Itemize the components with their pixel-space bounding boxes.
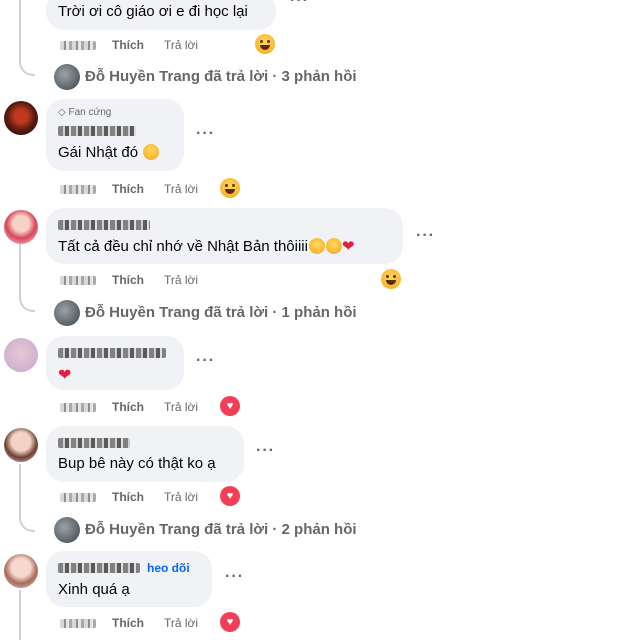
heart-icon: ❤: [58, 367, 72, 384]
author-name[interactable]: [58, 438, 130, 448]
more-options-button[interactable]: ···: [256, 442, 275, 460]
thread-line: [19, 0, 21, 62]
reply-button[interactable]: Trả lời: [164, 38, 198, 52]
comment-text: Gái Nhật đó: [58, 144, 160, 161]
avatar[interactable]: [54, 517, 80, 543]
like-button[interactable]: Thích: [112, 400, 144, 414]
comment-bubble: Bup bê này có thật ko ạ: [46, 426, 244, 482]
comment-time[interactable]: [60, 41, 96, 50]
comment-bubble: heo dõi Xinh quá ạ: [46, 551, 212, 607]
more-options-button[interactable]: ···: [196, 352, 215, 370]
love-reaction-icon[interactable]: ♥: [220, 396, 240, 416]
haha-reaction-icon[interactable]: [255, 34, 275, 54]
avatar[interactable]: [4, 428, 38, 462]
like-button[interactable]: Thích: [112, 490, 144, 504]
more-options-button[interactable]: ···: [290, 0, 309, 10]
laughing-emoji-icon: [143, 144, 160, 160]
comment-time[interactable]: [60, 403, 96, 412]
comment-text: ❤: [58, 365, 71, 385]
reply-button[interactable]: Trả lời: [164, 400, 198, 414]
more-options-button[interactable]: ···: [225, 568, 244, 586]
reply-button[interactable]: Trả lời: [164, 182, 198, 196]
comment-text: Tất cả đều chỉ nhớ về Nhật Bản thôiiii ❤: [58, 237, 355, 255]
badge-label: Fan cứng: [68, 107, 112, 118]
thread-line: [19, 464, 21, 518]
thread-curve: [19, 296, 35, 312]
badge: ◇ Fan cứng: [58, 107, 111, 118]
thread-curve: [19, 60, 35, 76]
laughing-emoji-icon: [308, 238, 325, 254]
like-button[interactable]: Thích: [112, 273, 144, 287]
avatar[interactable]: [4, 210, 38, 244]
reply-button[interactable]: Trả lời: [164, 490, 198, 504]
comment-time[interactable]: [60, 619, 96, 628]
like-button[interactable]: Thích: [112, 616, 144, 630]
comment-text-content: Gái Nhật đó: [58, 144, 139, 161]
comment-text: Trời ơi cô giáo ơi e đi học lại: [58, 3, 248, 20]
more-options-button[interactable]: ···: [416, 227, 435, 245]
avatar[interactable]: [54, 64, 80, 90]
comment-bubble: Tất cả đều chỉ nhớ về Nhật Bản thôiiii ❤: [46, 208, 403, 264]
author-name[interactable]: [58, 126, 136, 136]
avatar[interactable]: [4, 554, 38, 588]
thread-line: [19, 244, 21, 298]
view-replies-link[interactable]: Đỗ Huyền Trang đã trả lời · 1 phản hồi: [85, 304, 357, 321]
thread-line: [19, 590, 21, 640]
view-replies-link[interactable]: Đỗ Huyền Trang đã trả lời · 3 phản hồi: [85, 68, 357, 85]
heart-icon: ❤: [341, 238, 355, 255]
comment-bubble: Trời ơi cô giáo ơi e đi học lại: [46, 0, 276, 30]
comment-text: Bup bê này có thật ko ạ: [58, 455, 216, 472]
like-button[interactable]: Thích: [112, 38, 144, 52]
avatar[interactable]: [54, 300, 80, 326]
thread-curve: [19, 516, 35, 532]
haha-reaction-icon[interactable]: [381, 269, 401, 289]
diamond-icon: ◇: [58, 107, 66, 118]
like-button[interactable]: Thích: [112, 182, 144, 196]
author-name[interactable]: [58, 220, 150, 230]
author-name[interactable]: [58, 563, 140, 573]
comment-time[interactable]: [60, 185, 96, 194]
comment-text: Xinh quá ạ: [58, 581, 130, 598]
comment-time[interactable]: [60, 493, 96, 502]
view-replies-link[interactable]: Đỗ Huyền Trang đã trả lời · 2 phản hồi: [85, 521, 357, 538]
haha-reaction-icon[interactable]: [220, 178, 240, 198]
avatar[interactable]: [4, 101, 38, 135]
author-name[interactable]: [58, 348, 166, 358]
heart-eyes-emoji-icon: [325, 238, 342, 254]
avatar[interactable]: [4, 338, 38, 372]
more-options-button[interactable]: ···: [196, 125, 215, 143]
reply-button[interactable]: Trả lời: [164, 273, 198, 287]
reply-button[interactable]: Trả lời: [164, 616, 198, 630]
comment-time[interactable]: [60, 276, 96, 285]
comment-bubble: ❤: [46, 336, 184, 390]
follow-link[interactable]: heo dõi: [147, 561, 190, 575]
comment-bubble: ◇ Fan cứng Gái Nhật đó: [46, 99, 184, 171]
love-reaction-icon[interactable]: ♥: [220, 612, 240, 632]
love-reaction-icon[interactable]: ♥: [220, 486, 240, 506]
comment-text-content: Tất cả đều chỉ nhớ về Nhật Bản thôiiii: [58, 238, 308, 255]
